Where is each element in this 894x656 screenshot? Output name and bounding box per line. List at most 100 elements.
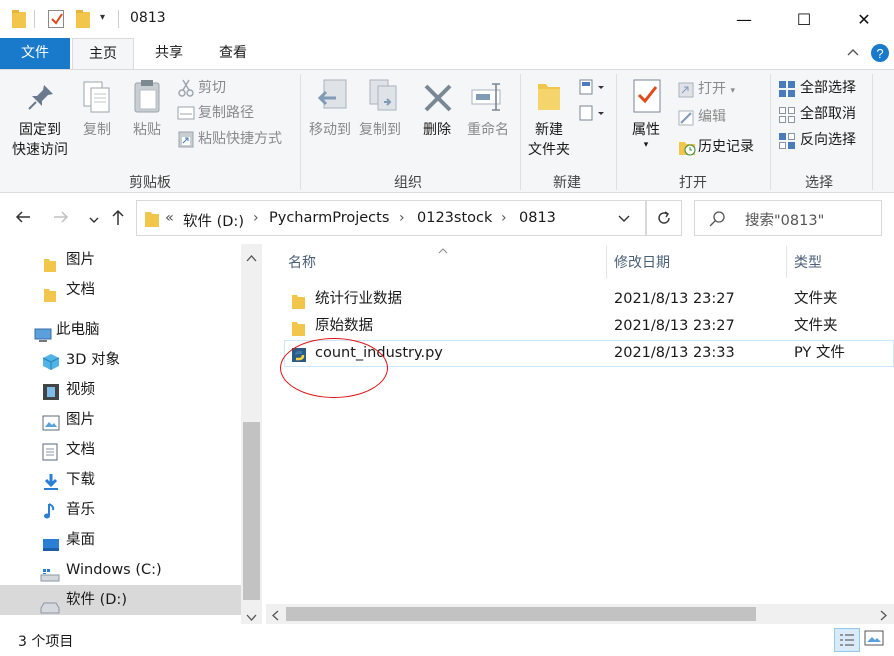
history-button[interactable]: 历史记录 <box>698 136 754 158</box>
column-divider[interactable] <box>786 246 787 278</box>
tab-view[interactable]: 查看 <box>210 38 256 69</box>
breadcrumb-pycharmprojects[interactable]: PycharmProjects <box>269 210 389 226</box>
maximize-button[interactable]: ☐ <box>774 0 834 38</box>
details-view-button[interactable] <box>834 628 860 652</box>
tab-home[interactable]: 主页 <box>72 38 134 69</box>
scroll-left-icon[interactable] <box>271 609 279 625</box>
properties-icon <box>632 78 662 118</box>
forward-arrow-icon[interactable] <box>52 208 70 230</box>
paste-shortcut-button[interactable]: 粘贴快捷方式 <box>198 128 282 150</box>
breadcrumb-0123stock[interactable]: 0123stock <box>417 210 492 226</box>
collapse-ribbon-icon[interactable] <box>844 44 864 64</box>
folder-icon <box>44 283 56 313</box>
nav-item-drive-c[interactable]: Windows (C:) <box>0 555 241 585</box>
cut-icon <box>178 79 194 101</box>
copy-button[interactable]: 复制 <box>78 120 116 140</box>
customize-quick-access-icon[interactable]: ▾ <box>100 12 105 23</box>
tab-file[interactable]: 文件 <box>0 38 70 69</box>
breadcrumb-overflow[interactable]: « <box>165 210 174 226</box>
breadcrumb-separator[interactable]: › <box>253 210 259 226</box>
nav-item-desktop[interactable]: 桌面 <box>0 525 241 555</box>
svg-text:?: ? <box>876 46 883 61</box>
file-date: 2021/8/13 23:27 <box>614 318 735 334</box>
nav-item-documents[interactable]: 文档 <box>0 435 241 465</box>
scroll-right-icon[interactable] <box>880 609 888 625</box>
open-button[interactable]: 打开 ▾ <box>698 78 735 100</box>
nav-item-this-pc[interactable]: 此电脑 <box>0 315 241 345</box>
recent-locations-icon[interactable] <box>88 211 100 230</box>
paste-button[interactable]: 粘贴 <box>127 120 167 140</box>
breadcrumb-0813[interactable]: 0813 <box>519 210 556 226</box>
refresh-button[interactable] <box>646 200 682 236</box>
group-separator <box>520 74 521 190</box>
nav-scrollbar-thumb[interactable] <box>243 422 260 600</box>
pin-quick-access-button[interactable]: 固定到 快速访问 <box>6 120 74 160</box>
address-bar[interactable]: « 软件 (D:) › PycharmProjects › 0123stock … <box>136 200 646 236</box>
nav-item-documents-quick[interactable]: 文档 <box>0 275 241 305</box>
copy-icon <box>82 80 112 118</box>
large-icons-view-button[interactable] <box>864 630 884 652</box>
cut-button[interactable]: 剪切 <box>198 77 226 99</box>
file-name: 统计行业数据 <box>315 291 402 307</box>
delete-button[interactable]: 删除 <box>416 120 458 140</box>
search-input[interactable]: 搜索"0813" <box>694 200 882 236</box>
nav-item-videos[interactable]: 视频 <box>0 375 241 405</box>
new-folder-line2: 文件夹 <box>528 142 570 158</box>
copy-to-button[interactable]: 复制到 <box>355 120 405 140</box>
copy-path-button[interactable]: 复制路径 <box>198 102 254 124</box>
nav-item-pictures-quick[interactable]: 图片 <box>0 245 241 275</box>
breadcrumb-separator[interactable]: › <box>399 210 405 226</box>
invert-selection-icon <box>778 132 796 154</box>
edit-icon <box>678 110 694 130</box>
new-item-icon[interactable] <box>578 78 606 100</box>
status-bar: 3 个项目 <box>0 624 894 656</box>
open-icon <box>678 82 694 102</box>
breadcrumb-drive[interactable]: 软件 (D:) <box>183 210 244 231</box>
minimize-button[interactable]: — <box>714 0 774 38</box>
properties-quick-icon[interactable] <box>48 10 64 28</box>
group-separator <box>872 74 873 190</box>
move-to-button[interactable]: 移动到 <box>305 120 355 140</box>
help-icon[interactable]: ? <box>870 43 890 63</box>
nav-scrollbar[interactable] <box>241 244 262 624</box>
column-divider[interactable] <box>606 246 607 278</box>
column-header-type[interactable]: 类型 <box>794 252 822 272</box>
invert-selection-button[interactable]: 反向选择 <box>800 129 856 151</box>
column-header-name[interactable]: 名称 <box>288 252 316 272</box>
nav-item-music[interactable]: 音乐 <box>0 495 241 525</box>
divider <box>118 10 119 28</box>
nav-item-downloads[interactable]: 下载 <box>0 465 241 495</box>
group-separator <box>616 74 617 190</box>
table-row[interactable]: 原始数据 2021/8/13 23:27 文件夹 <box>284 313 894 340</box>
nav-item-label: Windows (C:) <box>66 562 162 578</box>
scroll-up-icon[interactable] <box>246 250 257 266</box>
horizontal-scrollbar-thumb[interactable] <box>286 607 756 621</box>
details-view-icon <box>840 634 854 646</box>
search-icon <box>709 211 725 231</box>
properties-button[interactable]: 属性 ▾ <box>624 120 668 150</box>
new-folder-button[interactable]: 新建 文件夹 <box>522 120 576 160</box>
select-all-button[interactable]: 全部选择 <box>800 77 856 99</box>
edit-button[interactable]: 编辑 <box>698 106 726 128</box>
nav-item-pictures[interactable]: 图片 <box>0 405 241 435</box>
new-folder-quick-icon[interactable] <box>76 10 90 28</box>
up-arrow-icon[interactable] <box>110 208 126 230</box>
breadcrumb-separator[interactable]: › <box>501 210 507 226</box>
column-header-date[interactable]: 修改日期 <box>614 252 670 272</box>
tab-share[interactable]: 共享 <box>146 38 192 69</box>
close-button[interactable]: ✕ <box>834 0 894 38</box>
nav-item-label: 下载 <box>66 472 95 488</box>
horizontal-scrollbar[interactable] <box>266 604 894 624</box>
table-row[interactable]: 统计行业数据 2021/8/13 23:27 文件夹 <box>284 286 894 313</box>
select-none-button[interactable]: 全部取消 <box>800 103 856 125</box>
nav-item-3d-objects[interactable]: 3D 对象 <box>0 345 241 375</box>
nav-item-label: 图片 <box>66 252 95 268</box>
group-label-select: 选择 <box>805 175 833 191</box>
search-placeholder: 搜索"0813" <box>745 213 825 229</box>
nav-item-drive-d[interactable]: 软件 (D:) <box>0 585 241 615</box>
rename-button[interactable]: 重命名 <box>462 120 514 140</box>
easy-access-icon[interactable] <box>578 104 606 126</box>
pin-label-line2: 快速访问 <box>12 142 68 158</box>
back-arrow-icon[interactable] <box>14 208 32 230</box>
address-dropdown-icon[interactable] <box>617 213 631 229</box>
